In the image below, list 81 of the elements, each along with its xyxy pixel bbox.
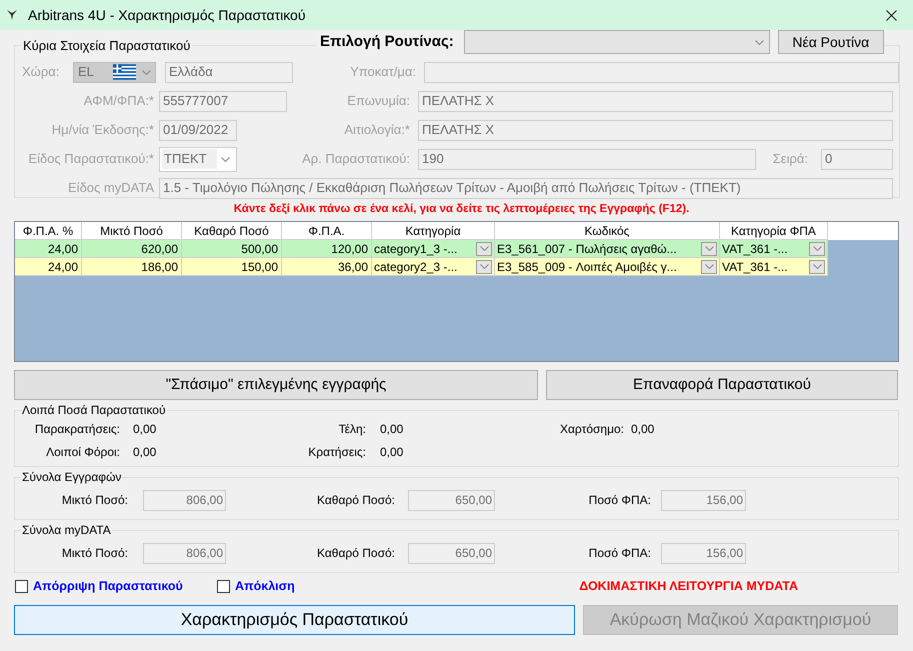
field-label: Αρ. Παραστατικού: [301, 150, 410, 168]
field-label: Ημ/νία Έκδοσης:* [50, 121, 154, 140]
amount-label: Κρατήσεις: [307, 444, 366, 460]
chevron-down-icon [812, 264, 822, 269]
restore-button[interactable]: Επαναφορά Παραστατικού [546, 370, 898, 400]
amount-label: Τέλη: [338, 420, 366, 438]
chevron-down-icon [812, 246, 822, 251]
combo-cell[interactable]: category1_3 -... [372, 240, 495, 258]
total-label: Μικτό Ποσό: [60, 492, 128, 509]
group-title: Σύνολα Εγγραφών [22, 470, 122, 484]
combo-cell[interactable]: E3_585_009 - Λοιπές Αμοιβές γ... [495, 258, 720, 276]
field-label: Χώρα: [22, 63, 60, 82]
table-cell: 500,00 [182, 240, 282, 258]
total-field: 156,00 [661, 490, 746, 510]
dropdown-icon[interactable] [809, 242, 825, 256]
group-title: Λοιπά Ποσά Παραστατικού [22, 403, 166, 417]
chevron-down-icon [704, 246, 714, 251]
hint-text: Κάντε δεξί κλικ πάνω σε ένα κελί, για να δείτε τις λεπτομέρειες της Εγγραφής (F12). [234, 202, 690, 217]
chevron-down-icon [480, 246, 488, 251]
chevron-down-icon [221, 156, 230, 162]
checkbox-label[interactable]: Απόρριψη Παραστατικού [33, 576, 183, 596]
total-label: Καθαρό Ποσό: [316, 545, 395, 562]
combo-cell[interactable]: category2_3 -... [372, 258, 495, 276]
dropdown-icon[interactable] [476, 242, 492, 256]
table-cell: 150,00 [182, 258, 282, 276]
combo-cell[interactable]: VAT_361 -... [720, 258, 828, 276]
field-label: ΑΦΜ/ΦΠΑ:* [82, 92, 154, 110]
table-cell: 24,00 [15, 240, 82, 258]
checkbox[interactable] [217, 580, 230, 592]
total-field: 806,00 [143, 490, 226, 510]
dropdown-icon[interactable] [476, 260, 492, 274]
chevron-down-icon [142, 70, 151, 74]
group-title: Σύνολα myDATA [22, 523, 111, 537]
chevron-down-icon [480, 264, 488, 269]
total-label: Ποσό ΦΠΑ: [588, 492, 651, 509]
field-label: Επωνυμία: [346, 92, 410, 110]
greek-flag-icon [112, 64, 136, 80]
amount-value: 0,00 [380, 420, 404, 438]
total-field: 650,00 [408, 490, 495, 510]
table-cell: 620,00 [82, 240, 182, 258]
field-label: Σειρά: [772, 150, 808, 168]
total-label: Καθαρό Ποσό: [316, 492, 395, 509]
amount-label: Παρακρατήσεις: [34, 420, 120, 438]
total-label: Μικτό Ποσό: [60, 545, 128, 562]
total-label: Ποσό ΦΠΑ: [588, 545, 651, 562]
table-cell: 186,00 [82, 258, 182, 276]
routine-combo[interactable] [464, 30, 770, 54]
amount-value: 0,00 [133, 444, 158, 460]
dropdown-icon[interactable] [701, 260, 717, 274]
field-label: Αιτιολογία:* [343, 121, 410, 140]
amount-value: 0,00 [133, 420, 158, 438]
checkbox[interactable] [15, 580, 28, 592]
field-label: Είδος myDATA [67, 179, 154, 198]
field-label: Υποκατ/μα: [349, 63, 416, 82]
checkbox-label[interactable]: Απόκλιση [235, 576, 295, 596]
bird-icon [6, 9, 18, 21]
split-button[interactable]: "Σπάσιμο" επιλεγμένης εγγραφής [14, 370, 538, 400]
total-field: 806,00 [143, 542, 226, 564]
action-button[interactable]: Χαρακτηρισμός Παραστατικού [14, 605, 575, 635]
window-title: Arbitrans 4U - Χαρακτηρισμός Παραστατικού [28, 6, 306, 25]
combo-cell[interactable]: VAT_361 -... [720, 240, 828, 258]
new-routine-button[interactable]: Νέα Ρουτίνα [778, 30, 884, 54]
dropdown-icon[interactable] [809, 260, 825, 274]
amount-label: Λοιποί Φόροι: [45, 444, 120, 460]
chevron-down-icon [754, 40, 764, 44]
table-cell: 36,00 [282, 258, 372, 276]
combo-cell[interactable]: E3_561_007 - Πωλήσεις αγαθώ... [495, 240, 720, 258]
chevron-down-icon [704, 264, 714, 269]
group-title: Κύρια Στοιχεία Παραστατικού [23, 38, 190, 53]
test-mode-text: ΔΟΚΙΜΑΣΤΙΚΗ ΛΕΙΤΟΥΡΓΙΑ MYDATA [579, 578, 798, 595]
dropdown-icon[interactable] [701, 242, 717, 256]
amount-value: 0,00 [631, 420, 656, 438]
close-icon[interactable] [886, 10, 897, 20]
routine-label: Επιλογή Ρουτίνας: [320, 32, 455, 52]
table-cell: 24,00 [15, 258, 82, 276]
total-field: 156,00 [661, 542, 746, 564]
amount-value: 0,00 [380, 444, 404, 460]
amount-label: Χαρτόσημο: [558, 420, 624, 438]
field-label: Είδος Παραστατικού:* [27, 150, 154, 168]
total-field: 650,00 [408, 542, 495, 564]
table-cell: 120,00 [282, 240, 372, 258]
